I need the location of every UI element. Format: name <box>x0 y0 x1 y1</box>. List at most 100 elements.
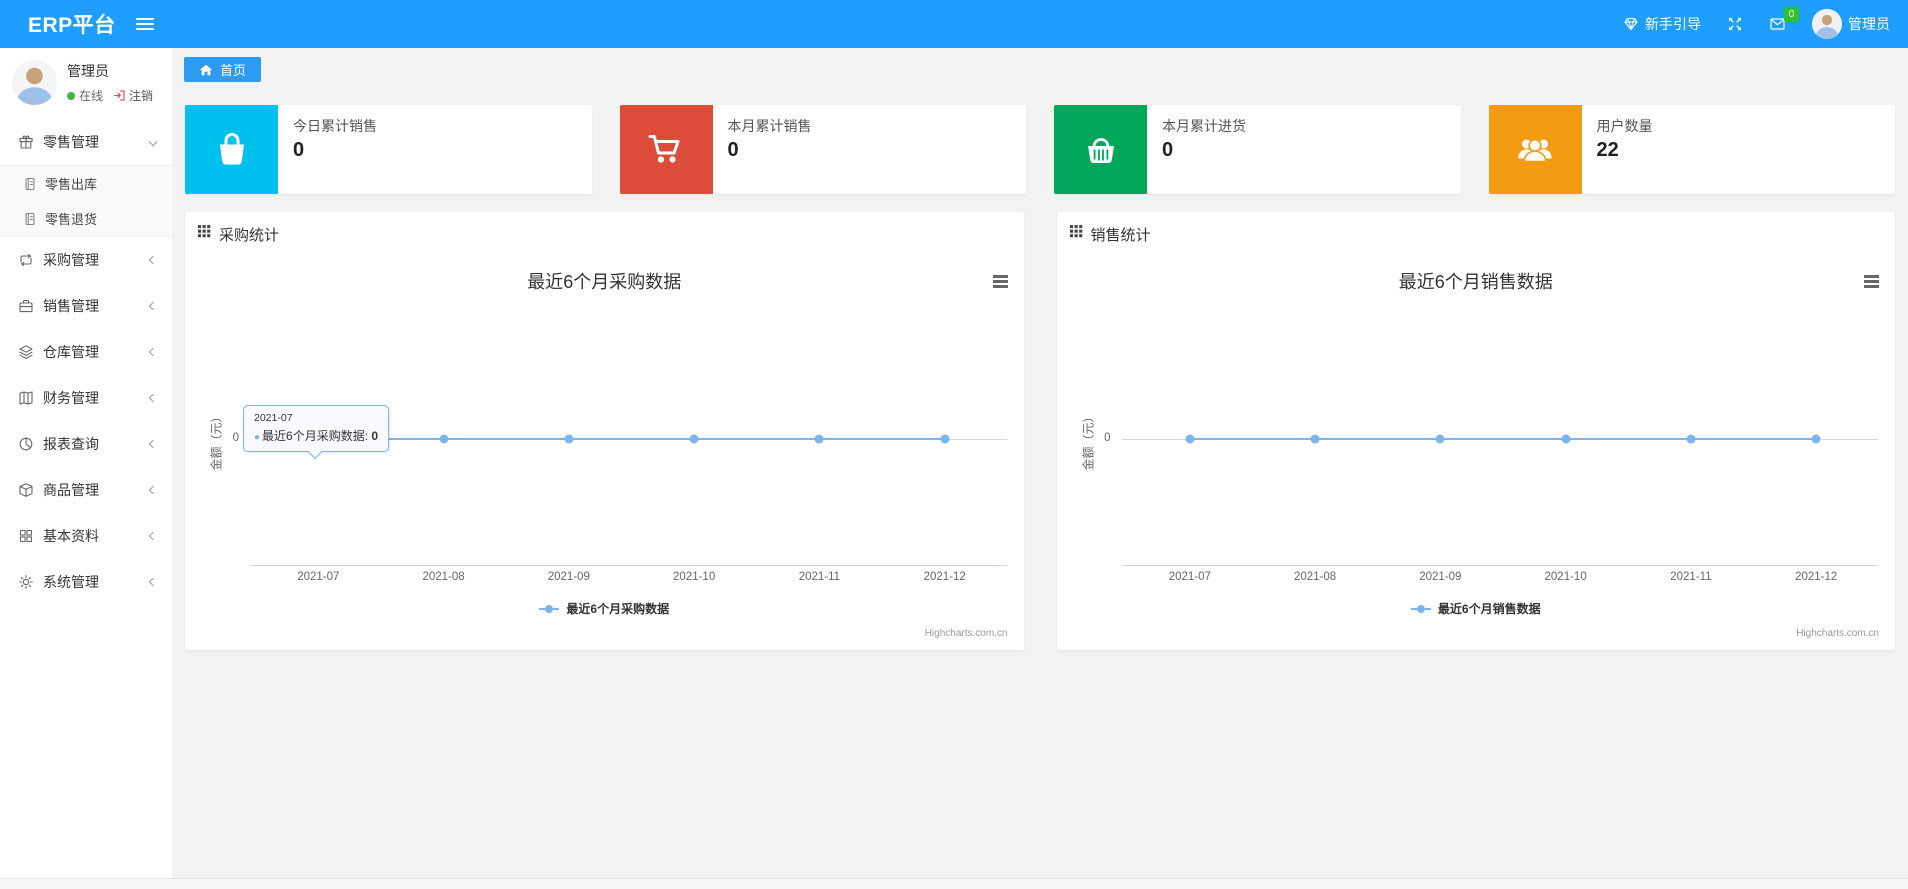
stat-card-label: 本月累计销售 <box>727 118 812 134</box>
data-point[interactable] <box>1185 434 1195 444</box>
tooltip-arrow <box>307 444 323 460</box>
x-axis-line <box>1121 565 1878 566</box>
user-menu[interactable]: 管理员 <box>1812 9 1890 39</box>
x-axis-tick: 2021-07 <box>297 571 340 583</box>
legend-label: 最近6个月采购数据 <box>566 602 670 616</box>
data-point[interactable] <box>1310 434 1320 444</box>
line-chart: 最近6个月销售数据 金额（元） 0 2021-07 2021-08 2021-09 2021… <box>1057 242 1896 650</box>
x-axis-tick: 2021-11 <box>798 571 841 583</box>
data-point[interactable] <box>439 434 449 444</box>
legend-label: 最近6个月销售数据 <box>1437 602 1541 616</box>
layers-icon <box>18 344 34 360</box>
message-count-badge: 0 <box>1784 7 1799 22</box>
user-name: 管理员 <box>1848 16 1890 32</box>
logout-link[interactable]: 注销 <box>113 87 153 104</box>
chevron-left-icon <box>148 577 158 587</box>
chart-panel: 采购统计 最近6个月采购数据 金额（元） 0 2021-07 2021-08 2021-09… <box>185 212 1024 650</box>
stat-card: 用户数量 22 <box>1488 105 1895 194</box>
data-point[interactable] <box>1435 434 1445 444</box>
x-axis-line <box>250 565 1007 566</box>
repeat-icon <box>18 252 34 268</box>
stat-card: 本月累计销售 0 <box>619 105 1026 194</box>
sidebar-subitem[interactable]: 零售退货 <box>0 201 172 236</box>
chevron-left-icon <box>148 439 158 449</box>
x-axis-tick: 2021-08 <box>1293 571 1337 583</box>
messages-button[interactable]: 0 <box>1769 7 1799 32</box>
app-logo: ERP平台 <box>28 14 116 37</box>
sidebar-item[interactable]: 商品管理 <box>0 467 172 513</box>
main-content: 首页 今日累计销售 0 本月累计销售 0 本月累计进货 0 用户数量 22 采购统计 最近6个月… <box>172 48 1908 889</box>
online-status-dot <box>67 91 75 100</box>
gem-icon <box>1624 17 1638 31</box>
file-icon <box>23 212 37 226</box>
stat-card-value: 0 <box>293 139 305 161</box>
data-point[interactable] <box>1686 434 1696 444</box>
logout-icon <box>114 90 125 101</box>
sidebar-menu: 零售管理零售出库零售退货采购管理销售管理仓库管理财务管理报表查询 商品管理 基本资料… <box>0 119 172 605</box>
data-point[interactable] <box>564 434 574 444</box>
data-point[interactable] <box>1811 434 1821 444</box>
grid-icon <box>198 225 211 243</box>
x-axis-tick: 2021-12 <box>1795 571 1838 583</box>
avatar <box>1812 9 1842 39</box>
sidebar-item[interactable]: 销售管理 <box>0 283 172 329</box>
y-axis-tick: 0 <box>1104 432 1111 444</box>
sidebar-item[interactable]: 基本资料 <box>0 513 172 559</box>
gear-icon <box>18 574 34 590</box>
series-dot-icon: ● <box>254 432 261 443</box>
sidebar-item[interactable]: 财务管理 <box>0 375 172 421</box>
page-footer <box>0 878 1908 889</box>
legend-item[interactable]: 最近6个月采购数据 <box>185 600 1024 617</box>
chart-context-menu-icon[interactable] <box>992 275 1008 290</box>
data-point[interactable] <box>1561 434 1571 444</box>
highcharts-credit[interactable]: Highcharts.com.cn <box>1796 628 1879 639</box>
sidebar-item[interactable]: 采购管理 <box>0 237 172 283</box>
navbar: ERP平台 新手引导 0 管理员 <box>0 0 1908 48</box>
legend-item[interactable]: 最近6个月销售数据 <box>1057 600 1896 617</box>
sidebar-item[interactable]: 仓库管理 <box>0 329 172 375</box>
legend-marker-icon <box>1410 607 1431 610</box>
sidebar-item[interactable]: 系统管理 <box>0 559 172 605</box>
x-axis-tick: 2021-07 <box>1168 571 1211 583</box>
panel-header: 采购统计 <box>185 212 1024 244</box>
briefcase-icon <box>18 298 34 314</box>
x-axis-tick: 2021-09 <box>547 571 590 583</box>
sidebar-toggle-icon[interactable] <box>135 15 154 33</box>
sidebar-item[interactable]: 报表查询 <box>0 421 172 467</box>
sidebar-subitem[interactable]: 零售出库 <box>0 166 172 201</box>
users-icon <box>1488 105 1582 194</box>
x-axis-tick: 2021-09 <box>1419 571 1462 583</box>
sidebar-item-label: 财务管理 <box>43 390 99 406</box>
sidebar-item-label: 采购管理 <box>43 252 99 268</box>
sidebar-item-label: 销售管理 <box>43 298 99 314</box>
charts-row: 采购统计 最近6个月采购数据 金额（元） 0 2021-07 2021-08 2021-09… <box>185 212 1895 650</box>
legend-marker-icon <box>539 607 560 610</box>
chevron-left-icon <box>148 485 158 495</box>
data-point[interactable] <box>814 434 824 444</box>
chevron-down-icon <box>148 137 158 147</box>
sidebar-item[interactable]: 零售管理 <box>0 119 172 165</box>
submenu: 零售出库零售退货 <box>0 165 172 237</box>
data-point[interactable] <box>940 434 950 444</box>
highcharts-credit[interactable]: Highcharts.com.cn <box>925 628 1008 639</box>
stat-card-value: 0 <box>1162 139 1174 161</box>
chevron-left-icon <box>148 301 158 311</box>
stat-card-value: 0 <box>727 139 739 161</box>
breadcrumb-tab-home[interactable]: 首页 <box>184 57 262 82</box>
sidebar: 管理员 在线 注销 零售管理 零售出库 零售退货 采购管理 销售管理 仓库管理 财务管理 报表… <box>0 48 172 889</box>
sidebar-subitem-label: 零售出库 <box>45 177 98 192</box>
tooltip-category: 2021-07 <box>254 412 293 424</box>
chevron-left-icon <box>148 255 158 265</box>
stat-card: 本月累计进货 0 <box>1054 105 1461 194</box>
sidebar-user-name: 管理员 <box>67 63 109 79</box>
fullscreen-button[interactable] <box>1727 16 1743 32</box>
chart-context-menu-icon[interactable] <box>1864 275 1879 290</box>
x-axis-tick: 2021-12 <box>923 571 966 583</box>
gift-icon <box>18 134 34 150</box>
series-line <box>318 438 945 440</box>
shopping-basket-icon <box>1054 105 1147 194</box>
guide-button[interactable]: 新手引导 <box>1623 14 1701 34</box>
data-point[interactable] <box>689 434 699 444</box>
guide-label: 新手引导 <box>1645 16 1701 32</box>
chevron-left-icon <box>148 347 158 357</box>
